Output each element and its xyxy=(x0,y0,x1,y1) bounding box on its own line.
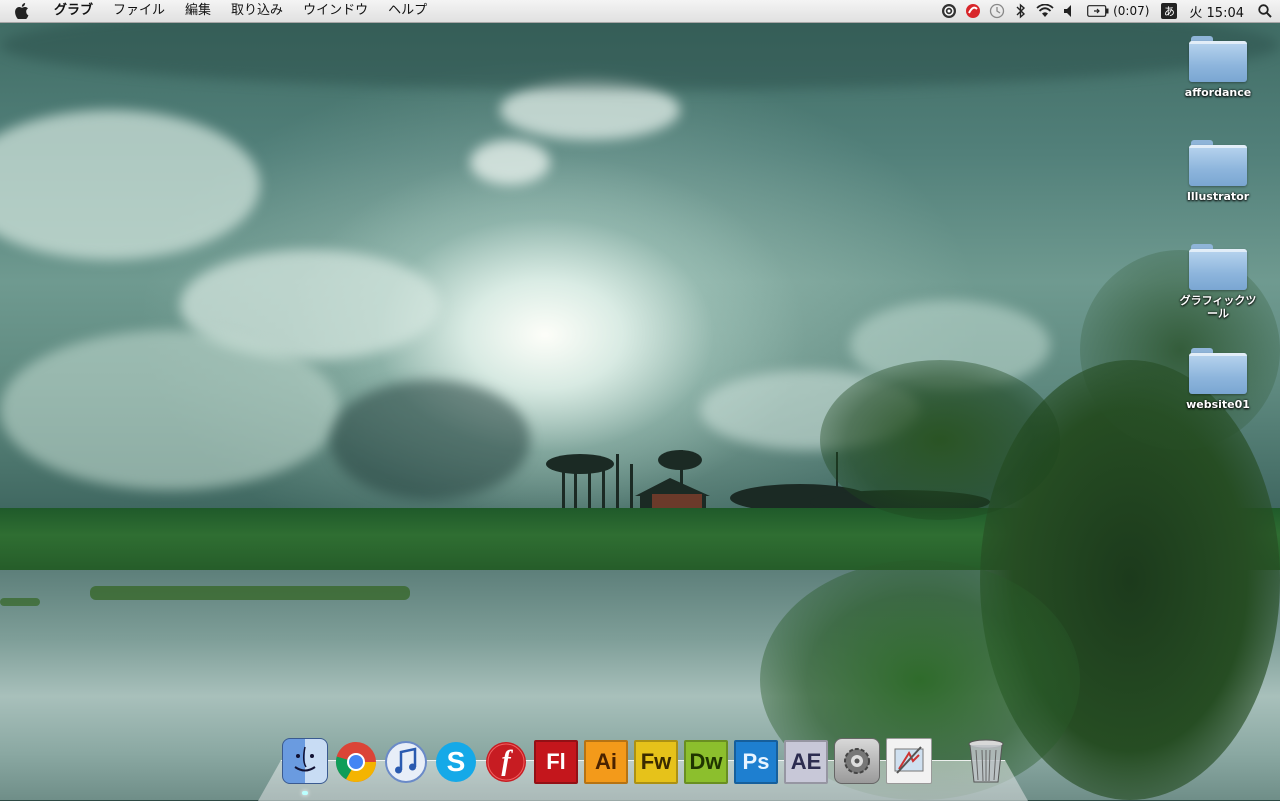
wallpaper-cloud xyxy=(470,140,550,185)
folder-icon xyxy=(1189,36,1247,82)
dropbox-icon[interactable] xyxy=(937,0,961,22)
dreamweaver-icon[interactable]: Dw xyxy=(684,740,728,784)
finder-icon[interactable] xyxy=(282,738,328,795)
battery-time: (0:07) xyxy=(1113,4,1150,18)
menu-window[interactable]: ウインドウ xyxy=(293,0,378,22)
menu-app-name[interactable]: グラブ xyxy=(44,0,103,22)
input-method-menu[interactable]: あ xyxy=(1161,3,1178,19)
menu-edit[interactable]: 編集 xyxy=(175,0,221,22)
flash-player-letter: f xyxy=(501,746,511,777)
skype-icon[interactable]: S xyxy=(434,740,478,784)
fireworks-icon[interactable]: Fw xyxy=(634,740,678,784)
desktop-wallpaper xyxy=(0,0,1280,800)
skype-letter: S xyxy=(446,746,466,777)
desktop-icon-label: グラフィックツール xyxy=(1179,294,1257,320)
spotlight-search-icon[interactable] xyxy=(1250,0,1280,22)
menu-capture[interactable]: 取り込み xyxy=(221,0,293,22)
desktop-icon-label: Illustrator xyxy=(1186,190,1250,203)
running-indicator xyxy=(302,791,308,795)
system-preferences-icon[interactable] xyxy=(834,738,880,784)
photoshop-icon[interactable]: Ps xyxy=(734,740,778,784)
folder-icon xyxy=(1189,348,1247,394)
desktop-icon-label: website01 xyxy=(1186,398,1250,411)
wallpaper-reeds xyxy=(90,586,410,600)
wallpaper-cloud xyxy=(330,380,530,500)
chrome-icon[interactable] xyxy=(334,740,378,784)
menu-file[interactable]: ファイル xyxy=(103,0,175,22)
after-effects-icon[interactable]: AE xyxy=(784,740,828,784)
wallpaper-cloud xyxy=(0,330,340,490)
preview-icon[interactable] xyxy=(886,738,932,784)
flash-icon[interactable]: Fl xyxy=(534,740,578,784)
time-machine-icon[interactable] xyxy=(985,0,1009,22)
menu-help[interactable]: ヘルプ xyxy=(378,0,437,22)
flash-player-icon[interactable]: f xyxy=(484,740,528,784)
folder-icon xyxy=(1189,244,1247,290)
desktop-folder-website01[interactable]: website01 xyxy=(1168,348,1268,411)
desktop-folder-graphic-tools[interactable]: グラフィックツール xyxy=(1168,244,1268,320)
bluetooth-icon[interactable] xyxy=(1009,0,1033,22)
battery-icon xyxy=(1087,5,1109,17)
folder-icon xyxy=(1189,140,1247,186)
volume-icon[interactable] xyxy=(1057,0,1081,22)
battery-status[interactable]: (0:07) xyxy=(1081,4,1155,18)
trash-icon[interactable] xyxy=(966,738,1006,784)
wifi-icon[interactable] xyxy=(1033,0,1057,22)
wallpaper-reeds xyxy=(0,598,40,606)
menubar-clock[interactable]: 火 15:04 xyxy=(1183,2,1250,21)
apple-menu-icon[interactable] xyxy=(0,0,44,22)
wallpaper-bush xyxy=(820,360,1060,520)
illustrator-icon[interactable]: Ai xyxy=(584,740,628,784)
dock: S f Fl Ai Fw Dw Ps AE xyxy=(282,736,1006,795)
desktop-icon-label: affordance xyxy=(1184,86,1252,99)
red-app-icon[interactable] xyxy=(961,0,985,22)
desktop-folder-illustrator[interactable]: Illustrator xyxy=(1168,140,1268,203)
itunes-icon[interactable] xyxy=(384,740,428,784)
menu-bar: グラブ ファイル 編集 取り込み ウインドウ ヘルプ (0:07) あ 火 15… xyxy=(0,0,1280,23)
desktop-folder-affordance[interactable]: affordance xyxy=(1168,36,1268,99)
